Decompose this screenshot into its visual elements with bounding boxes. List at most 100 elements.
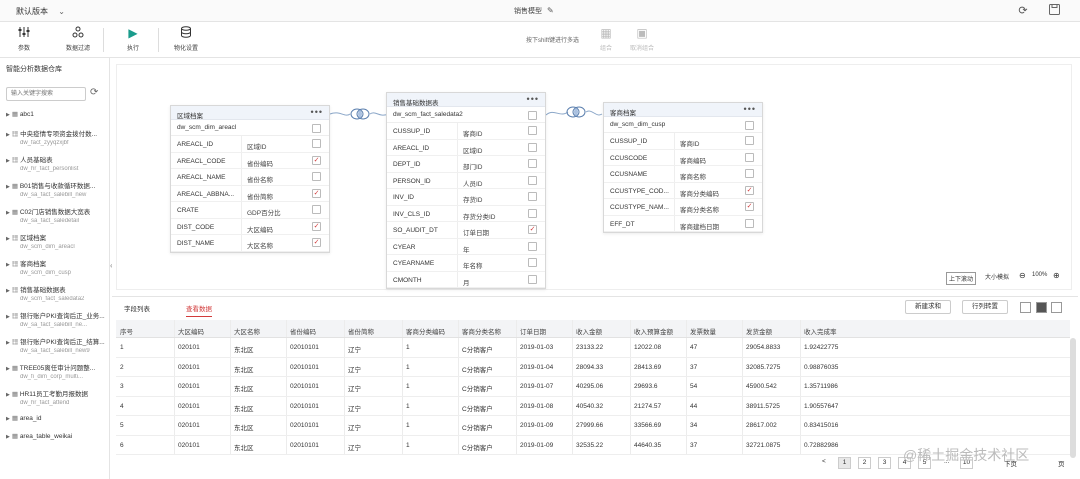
field-checkbox[interactable] xyxy=(745,152,754,162)
select-all-checkbox[interactable] xyxy=(312,124,321,133)
field-checkbox[interactable] xyxy=(528,159,537,168)
dataset-item[interactable]: ▶ ▦ abc1 xyxy=(4,110,108,128)
expand-icon[interactable]: ▶ xyxy=(6,434,10,440)
field-row[interactable]: CYEAR 年 xyxy=(387,238,545,255)
field-checkbox[interactable]: ✓ xyxy=(312,238,321,247)
table-row[interactable]: 4 020101 东北区 02010101 辽宁 1 C分销客户 2019-01-08 4054… xyxy=(116,396,1070,416)
dataset-item[interactable]: ▶ ▦ B01销售与收款循环数据... dw_sa_fact_salebill_ne… xyxy=(4,180,108,206)
field-checkbox[interactable] xyxy=(528,274,537,284)
tab-field-list[interactable]: 字段列表 xyxy=(124,303,150,313)
field-row[interactable]: AREACL_ID 区域ID xyxy=(171,136,329,153)
dataset-item[interactable]: ▶ ▦ 银行账户PKI查询后正_结算... dw_sa_fact_salebill_… xyxy=(4,336,108,362)
expand-icon[interactable]: ▶ xyxy=(6,112,10,118)
field-checkbox[interactable] xyxy=(745,218,754,228)
view-mode-icon[interactable] xyxy=(1036,302,1047,313)
page-button[interactable]: 2 xyxy=(858,457,871,469)
column-header[interactable]: 大区名称 xyxy=(234,326,260,336)
dataset-item[interactable]: ▶ ▦ area_id xyxy=(4,414,108,432)
table-card-areacl[interactable]: 区域档案 ••• dw_scm_dim_areacl AREACL_ID 区域ID ARE… xyxy=(170,105,330,253)
combine-button[interactable]: ▦ 组合 xyxy=(586,26,626,52)
field-row[interactable]: PERSON_ID 人员ID xyxy=(387,172,545,189)
column-header[interactable]: 省份编码 xyxy=(290,326,316,336)
dataset-item[interactable]: ▶ ▦ area_table_weikai xyxy=(4,432,108,450)
field-row[interactable]: CUSSUP_ID 客商ID xyxy=(604,133,762,150)
expand-icon[interactable]: ▶ xyxy=(6,210,10,216)
field-checkbox[interactable] xyxy=(745,136,754,145)
table-row[interactable]: 1 020101 东北区 02010101 辽宁 1 C分销客户 2019-01-03 2313… xyxy=(116,338,1070,358)
field-checkbox[interactable]: ✓ xyxy=(528,225,537,234)
column-header[interactable]: 收入完成率 xyxy=(804,326,837,336)
column-header[interactable]: 省份简称 xyxy=(348,326,374,336)
column-header[interactable]: 发货金额 xyxy=(746,326,772,336)
join-icon[interactable] xyxy=(566,106,586,118)
select-all-checkbox[interactable] xyxy=(745,121,754,130)
dataset-item[interactable]: ▶ ▦ 客商档案 dw_scm_dim_cusp xyxy=(4,258,108,284)
column-header[interactable]: 发票数量 xyxy=(690,326,716,336)
field-row[interactable]: AREACL_ID 区域ID xyxy=(387,139,545,156)
version-label[interactable]: 默认版本 xyxy=(16,7,48,16)
field-row[interactable]: CCUSTYPE_COD... 客商分类编码 ✓ xyxy=(604,182,762,199)
dataset-item[interactable]: ▶ ▦ 中央疫情专项资金拨付数... dw_fact_zyyqzxjbf xyxy=(4,128,108,154)
field-checkbox[interactable] xyxy=(312,172,321,181)
params-button[interactable]: 参数 xyxy=(4,26,44,52)
field-row[interactable]: INV_ID 存货ID xyxy=(387,189,545,206)
zoom-in-icon[interactable]: ⊕ xyxy=(1053,271,1060,280)
field-row[interactable]: DIST_CODE 大区编码 ✓ xyxy=(171,218,329,235)
field-row[interactable]: AREACL_CODE 省份编码 ✓ xyxy=(171,152,329,169)
expand-icon[interactable]: ▶ xyxy=(6,184,10,190)
expand-icon[interactable]: ▶ xyxy=(6,392,10,398)
join-icon[interactable] xyxy=(350,108,370,120)
data-filter-button[interactable]: 数据过滤 xyxy=(58,26,98,52)
dataset-item[interactable]: ▶ ▦ 区域档案 dw_scm_dim_areacl xyxy=(4,232,108,258)
column-header[interactable]: 收入预算金额 xyxy=(634,326,673,336)
field-checkbox[interactable] xyxy=(528,258,537,267)
dataset-item[interactable]: ▶ ▦ HR11员工考勤月报数据 dw_hr_fact_attend xyxy=(4,388,108,414)
materialize-settings-button[interactable]: 物化设置 xyxy=(166,26,206,52)
table-row[interactable]: 5 020101 东北区 02010101 辽宁 1 C分销客户 2019-01-09 2799… xyxy=(116,416,1070,436)
page-button[interactable]: 1 xyxy=(838,457,851,469)
page-button[interactable]: 3 xyxy=(878,457,891,469)
dataset-item[interactable]: ▶ ▦ 销售基础数据表 dw_scm_fact_saledata2 xyxy=(4,284,108,310)
field-checkbox[interactable] xyxy=(528,142,537,152)
zoom-out-icon[interactable]: ⊖ xyxy=(1019,271,1026,280)
new-sum-button[interactable]: 新建求和 xyxy=(905,300,951,314)
transpose-button[interactable]: 行列转置 xyxy=(962,300,1008,314)
table-row[interactable]: 3 020101 东北区 02010101 辽宁 1 C分销客户 2019-01-07 4029… xyxy=(116,377,1070,397)
chevron-down-icon[interactable]: ⌄ xyxy=(58,7,65,16)
field-row[interactable]: CMONTH 月 xyxy=(387,271,545,288)
more-icon[interactable]: ••• xyxy=(311,107,323,117)
field-row[interactable]: EFF_DT 客商建档日期 xyxy=(604,215,762,232)
column-header[interactable]: 序号 xyxy=(120,326,133,336)
refresh-icon[interactable]: ⟳ xyxy=(90,87,98,98)
save-icon[interactable] xyxy=(1047,4,1061,18)
field-checkbox[interactable]: ✓ xyxy=(745,185,754,195)
expand-icon[interactable]: ▶ xyxy=(6,416,10,422)
expand-icon[interactable]: ▶ xyxy=(6,158,10,164)
field-row[interactable]: CCUSTYPE_NAM... 客商分类名称 ✓ xyxy=(604,199,762,216)
field-checkbox[interactable]: ✓ xyxy=(312,188,321,198)
dataset-item[interactable]: ▶ ▦ TREE05离任审计问题整... dw_fi_dim_corp_multi.… xyxy=(4,362,108,388)
field-row[interactable]: CRATE GDP百分比 xyxy=(171,202,329,219)
field-row[interactable]: INV_CLS_ID 存货分类ID xyxy=(387,205,545,222)
execute-button[interactable]: ▶ 执行 xyxy=(113,26,153,52)
select-all-checkbox[interactable] xyxy=(528,111,537,120)
field-row[interactable]: AREACL_NAME 省份名称 xyxy=(171,169,329,186)
scroll-mode-button[interactable]: 上下滚动 xyxy=(946,272,977,285)
table-card-header[interactable]: 销售基础数据表 ••• xyxy=(387,93,545,107)
field-row[interactable]: CCUSNAME 客商名称 xyxy=(604,166,762,183)
table-row[interactable]: 2 020101 东北区 02010101 辽宁 1 C分销客户 2019-01-04 2809… xyxy=(116,357,1070,377)
expand-icon[interactable]: ▶ xyxy=(6,314,10,320)
field-checkbox[interactable]: ✓ xyxy=(312,221,321,231)
table-card-header[interactable]: 客商档案 ••• xyxy=(604,103,762,117)
pencil-icon[interactable]: ✎ xyxy=(547,6,554,15)
dataset-item[interactable]: ▶ ▦ C02门店销售数据大宽表 dw_sa_fact_saledetail xyxy=(4,206,108,232)
expand-icon[interactable]: ▶ xyxy=(6,340,10,346)
dataset-item[interactable]: ▶ ▦ 人员基础表 dw_hr_fact_personlist xyxy=(4,154,108,180)
prev-page-button[interactable]: < xyxy=(822,458,826,465)
column-header[interactable]: 客商分类编码 xyxy=(406,326,445,336)
tab-view-data[interactable]: 查看数据 xyxy=(186,303,212,317)
field-checkbox[interactable]: ✓ xyxy=(745,202,754,211)
field-row[interactable]: DIST_NAME 大区名称 ✓ xyxy=(171,235,329,252)
field-checkbox[interactable] xyxy=(528,192,537,201)
column-header[interactable]: 收入金额 xyxy=(576,326,602,336)
